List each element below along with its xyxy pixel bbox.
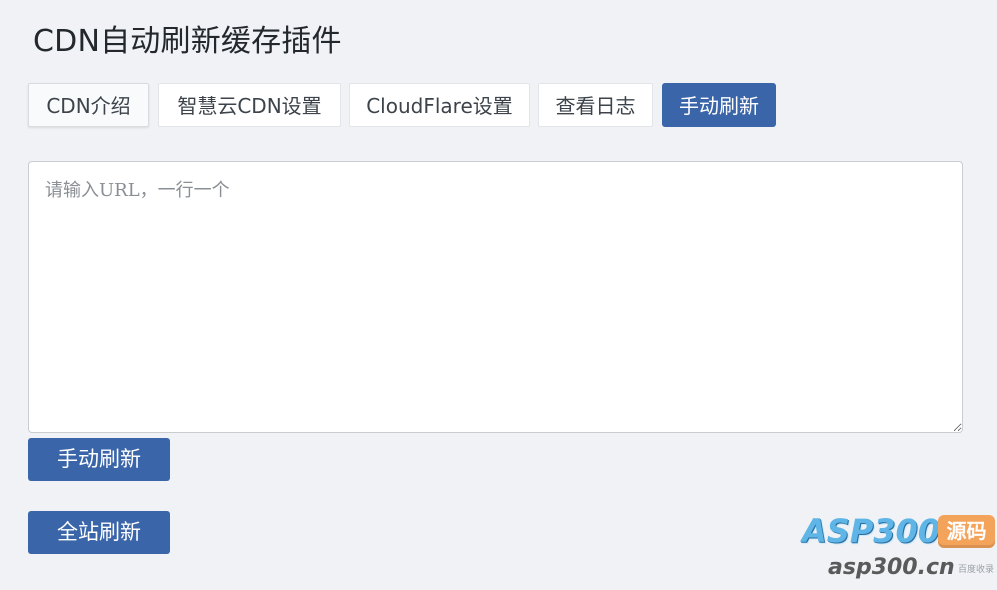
- tab-cdn-intro[interactable]: CDN介绍: [28, 83, 149, 127]
- watermark-brand: ASP300: [802, 512, 941, 550]
- watermark-badge: 源码: [938, 515, 995, 548]
- watermark-url: asp300.cn: [828, 555, 955, 580]
- full-site-refresh-button[interactable]: 全站刷新: [28, 511, 170, 554]
- tab-manual-refresh[interactable]: 手动刷新: [662, 83, 776, 127]
- tab-view-logs[interactable]: 查看日志: [538, 83, 653, 127]
- url-input[interactable]: [28, 161, 963, 433]
- tab-zhihuiyun-cdn-settings[interactable]: 智慧云CDN设置: [158, 83, 341, 127]
- watermark-small-text: 百度收录: [958, 565, 995, 575]
- manual-refresh-button[interactable]: 手动刷新: [28, 438, 170, 481]
- tab-cloudflare-settings[interactable]: CloudFlare设置: [349, 83, 530, 127]
- watermark-logo: ASP300 源码 asp300.cn 百度收录: [800, 510, 997, 590]
- page-title: CDN自动刷新缓存插件: [33, 24, 342, 59]
